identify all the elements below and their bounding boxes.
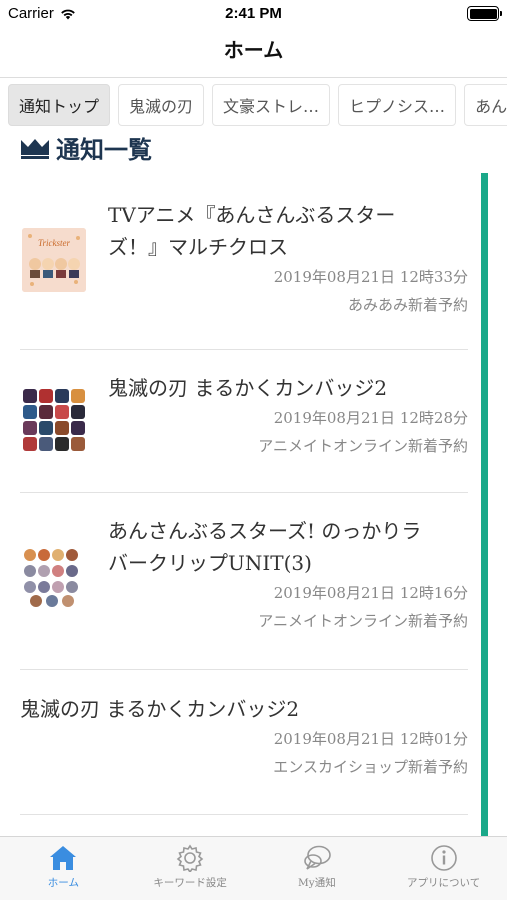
- item-source: アニメイトオンライン新着予約: [258, 612, 468, 630]
- item-date: 2019年08月21日 12時28分: [273, 409, 468, 427]
- tab-ansta[interactable]: あん: [464, 84, 507, 126]
- tabbar-about-label: アプリについて: [407, 877, 481, 889]
- nav-divider: [0, 77, 507, 78]
- info-icon: [430, 845, 457, 871]
- item-source: あみあみ新着予約: [347, 296, 468, 314]
- thumbnail-logo-text: Trickster: [37, 238, 70, 248]
- tabbar-my-notifications[interactable]: My通知: [254, 837, 381, 900]
- page-title: ホーム: [223, 38, 284, 62]
- item-date: 2019年08月21日 12時16分: [273, 584, 468, 602]
- chat-icon: [304, 845, 331, 870]
- item-source: エンスカイショップ新着予約: [273, 758, 468, 776]
- status-bar: Carrier 2:41 PM: [0, 0, 507, 28]
- tabbar-keyword-settings[interactable]: キーワード設定: [127, 837, 254, 900]
- item-title: 鬼滅の刃 まるかくカンバッジ2: [108, 376, 388, 400]
- tabbar-about-app[interactable]: アプリについて: [380, 837, 507, 900]
- tabbar-keyword-label: キーワード設定: [153, 877, 227, 889]
- section-title: 通知一覧: [56, 135, 152, 164]
- bottom-tab-bar: ホーム キーワード設定 My通知 アプリについて: [0, 836, 507, 900]
- item-title-line2: ズ！』マルチクロス: [108, 235, 288, 259]
- tabbar-my-notifications-label: My通知: [298, 877, 336, 889]
- item-date: 2019年08月21日 12時01分: [273, 730, 468, 748]
- list-item[interactable]: あんさんぶるスターズ! のっかりラ バークリップUNIT(3) 2019年08月…: [20, 493, 468, 670]
- notification-list: Trickster TVアニメ『あんさんぶるスター ズ！』マルチクロス 2019…: [20, 175, 468, 815]
- tab-kimetsu[interactable]: 鬼滅の刃: [118, 84, 205, 126]
- battery-icon: [467, 6, 502, 21]
- scroll-accent-bar: [481, 173, 488, 838]
- gear-icon: [176, 844, 204, 872]
- home-icon: [50, 846, 77, 870]
- item-thumbnail: [22, 388, 86, 452]
- section-header: 通知一覧: [20, 130, 152, 165]
- item-title-line2: バークリップUNIT(3): [108, 551, 312, 575]
- item-title: 鬼滅の刃 まるかくカンバッジ2: [20, 697, 300, 721]
- item-thumbnail: [22, 545, 86, 609]
- tab-notification-top[interactable]: 通知トップ: [8, 84, 111, 126]
- item-source: アニメイトオンライン新着予約: [258, 437, 468, 455]
- item-title: あんさんぶるスターズ! のっかりラ: [108, 519, 422, 543]
- tabbar-home[interactable]: ホーム: [0, 837, 127, 900]
- tab-hypnosis[interactable]: ヒプノシス…: [338, 84, 457, 126]
- status-time: 2:41 PM: [225, 5, 282, 22]
- item-date: 2019年08月21日 12時33分: [273, 268, 468, 286]
- item-title: TVアニメ『あんさんぶるスター: [108, 203, 396, 227]
- category-tabs: 通知トップ 鬼滅の刃 文豪ストレ… ヒプノシス… あん: [8, 84, 507, 126]
- crown-icon: [21, 138, 49, 159]
- list-item[interactable]: Trickster TVアニメ『あんさんぶるスター ズ！』マルチクロス 2019…: [20, 175, 468, 350]
- tab-bungo[interactable]: 文豪ストレ…: [212, 84, 331, 126]
- list-item[interactable]: 鬼滅の刃 まるかくカンバッジ2 2019年08月21日 12時28分 アニメイト…: [20, 350, 468, 493]
- tabbar-home-label: ホーム: [47, 877, 79, 889]
- item-thumbnail: Trickster: [22, 228, 86, 292]
- list-item[interactable]: 鬼滅の刃 まるかくカンバッジ2 2019年08月21日 12時01分 エンスカイ…: [20, 670, 468, 815]
